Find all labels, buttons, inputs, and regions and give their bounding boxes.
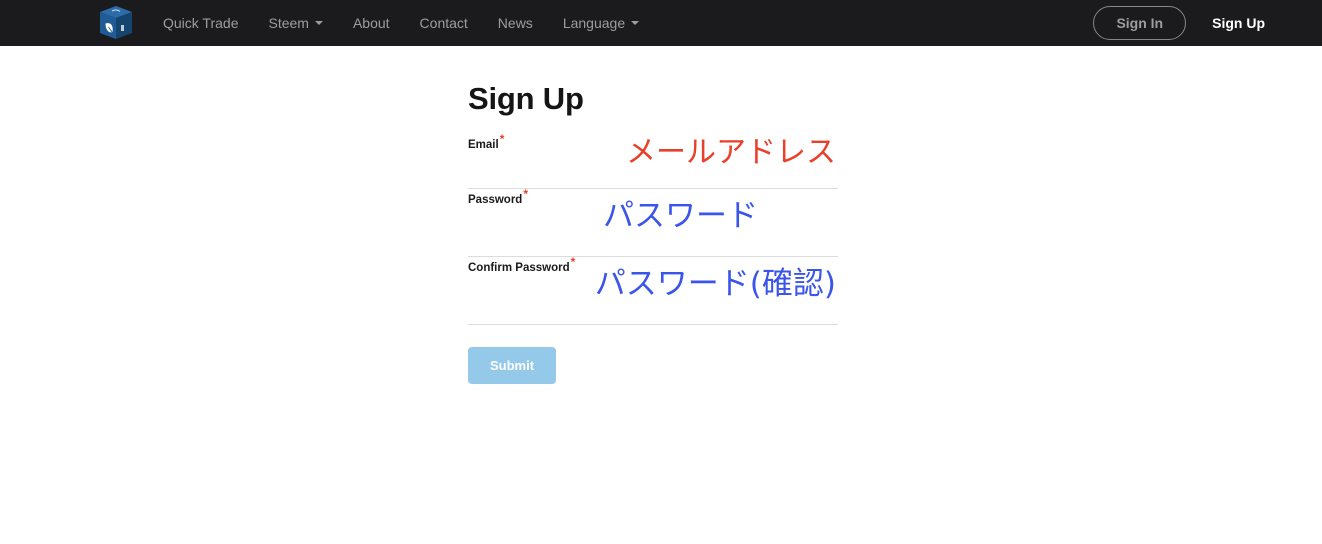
primary-nav: Quick Trade Steem About Contact News Lan… [148,0,654,46]
cube-logo-icon [100,6,132,39]
nav-link-label: Contact [419,15,468,31]
email-input[interactable]: メールアドレス [504,134,838,172]
nav-link-language[interactable]: Language [548,0,654,46]
chevron-down-icon [314,21,323,25]
sign-up-form: Sign Up Email* メールアドレス Password* パスワード C… [468,80,838,384]
sign-in-button[interactable]: Sign In [1093,6,1187,40]
top-navbar: Quick Trade Steem About Contact News Lan… [0,0,1322,46]
nav-link-contact[interactable]: Contact [405,0,483,46]
field-row-password[interactable]: Password* パスワード [468,188,838,257]
nav-link-label: Language [562,15,626,31]
brand-logo-link[interactable] [99,5,133,41]
confirm-password-input[interactable]: パスワード(確認) [575,257,838,304]
password-label-text: Password [468,194,523,206]
field-row-email[interactable]: Email* メールアドレス [468,133,838,189]
nav-link-quick-trade[interactable]: Quick Trade [148,0,253,46]
submit-row: Submit [468,325,838,384]
chevron-down-icon [631,21,640,25]
nav-link-label: News [497,15,533,31]
nav-link-label: Quick Trade [163,15,239,31]
password-field-label: Password* [468,188,528,207]
submit-button[interactable]: Submit [468,347,557,384]
main-content: Sign Up Email* メールアドレス Password* パスワード C… [0,46,1322,544]
nav-link-label: About [352,15,390,31]
email-field-label: Email* [468,133,504,152]
confirm-password-field-label: Confirm Password* [468,256,575,275]
nav-link-about[interactable]: About [338,0,405,46]
auth-nav: Sign In Sign Up [1093,0,1322,46]
sign-up-link[interactable]: Sign Up [1212,15,1265,31]
nav-link-label: Steem [268,15,309,31]
nav-link-news[interactable]: News [483,0,548,46]
field-row-confirm-password[interactable]: Confirm Password* パスワード(確認) [468,256,838,325]
password-input[interactable]: パスワード [528,189,838,236]
confirm-password-label-text: Confirm Password [468,262,570,274]
page-title: Sign Up [468,81,584,116]
email-label-text: Email [468,139,499,151]
nav-link-steem[interactable]: Steem [253,0,337,46]
